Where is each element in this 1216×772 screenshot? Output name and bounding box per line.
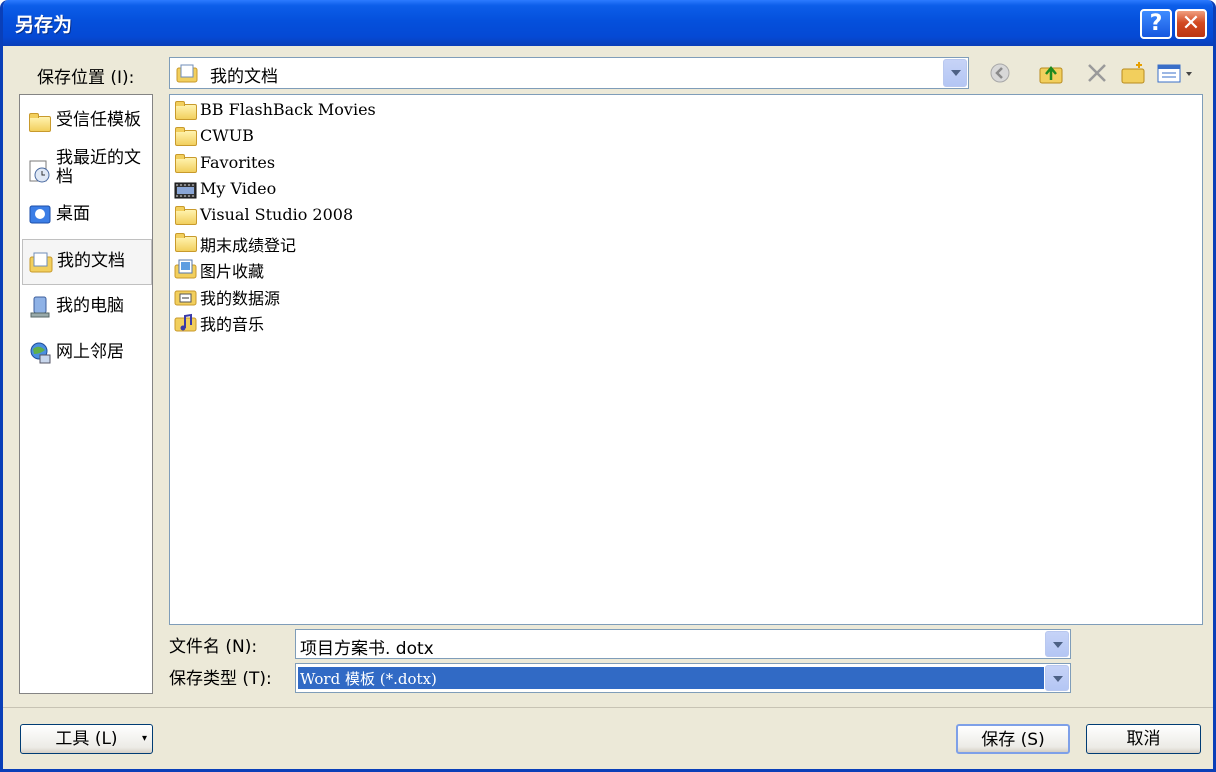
folder-icon [175, 154, 197, 173]
folder-icon [175, 101, 197, 120]
file-name: 我的数据源 [200, 289, 281, 308]
place-label: 我的文档 [57, 251, 125, 271]
my-documents-icon [176, 64, 198, 83]
file-name: Visual Studio 2008 [200, 205, 354, 224]
data-sources-folder-icon [174, 290, 197, 306]
folder-icon [29, 113, 51, 132]
save-location-label: 保存位置 (I): [37, 68, 135, 88]
list-item-data-sources[interactable]: 我的数据源 [174, 284, 774, 308]
file-name: 期末成绩登记 [200, 236, 297, 255]
filename-input[interactable]: 项目方案书. dotx [295, 629, 1071, 659]
place-label: 桌面 [56, 204, 90, 224]
save-as-dialog: 另存为 ? ✕ 保存位置 (I): 我的文档 受信任模板 我最近的文档 桌面 我… [0, 0, 1216, 772]
filetype-label: 保存类型 (T): [169, 669, 272, 689]
recent-documents-icon [29, 160, 50, 183]
music-folder-icon [174, 313, 197, 332]
tools-button[interactable]: 工具 (L) ▾ [20, 724, 153, 754]
list-item-favorites[interactable]: Favorites [174, 152, 774, 176]
save-location-dropdown[interactable] [943, 59, 967, 87]
place-desktop[interactable]: 桌面 [22, 193, 152, 239]
list-item-grades[interactable]: 期末成绩登记 [174, 231, 774, 255]
pictures-folder-icon [174, 259, 197, 279]
window-title: 另存为 [15, 14, 73, 36]
save-location-value: 我的文档 [210, 67, 278, 87]
file-name: BB FlashBack Movies [200, 100, 376, 119]
file-name: 我的音乐 [200, 315, 265, 334]
back-icon[interactable] [988, 60, 1012, 86]
file-name: Favorites [200, 153, 276, 172]
delete-icon[interactable] [1085, 60, 1109, 86]
list-item-cwub[interactable]: CWUB [174, 125, 774, 149]
file-list[interactable]: BB FlashBack Movies CWUB Favorites My Vi… [169, 94, 1203, 625]
filename-value: 项目方案书. dotx [300, 639, 434, 659]
filetype-select[interactable]: Word 模板 (*.dotx) [295, 663, 1071, 693]
place-my-computer[interactable]: 我的电脑 [22, 285, 152, 331]
file-name: 图片收藏 [200, 262, 265, 281]
desktop-icon [29, 205, 51, 224]
views-menu-icon[interactable] [1156, 60, 1196, 86]
my-documents-icon [29, 252, 53, 273]
save-button[interactable]: 保存 (S) [956, 724, 1070, 754]
list-item-bb-flashback-movies[interactable]: BB FlashBack Movies [174, 99, 774, 123]
place-network-places[interactable]: 网上邻居 [22, 331, 152, 377]
place-recent-documents[interactable]: 我最近的文档 [22, 145, 152, 195]
filename-label: 文件名 (N): [169, 637, 258, 657]
place-label: 我最近的文档 [56, 148, 141, 187]
divider [3, 707, 1213, 708]
place-trusted-templates[interactable]: 受信任模板 [22, 97, 152, 143]
folder-icon [175, 206, 197, 225]
tools-button-label: 工具 (L) [55, 729, 118, 749]
place-label: 网上邻居 [56, 342, 124, 362]
save-location-combo[interactable]: 我的文档 [169, 57, 969, 89]
folder-icon [175, 233, 197, 252]
place-my-documents[interactable]: 我的文档 [22, 239, 152, 285]
filename-dropdown[interactable] [1045, 631, 1069, 657]
place-label: 我的电脑 [56, 296, 124, 316]
file-name: My Video [200, 179, 277, 198]
title-bar[interactable]: 另存为 ? ✕ [3, 0, 1213, 46]
up-one-level-icon[interactable] [1038, 60, 1064, 86]
new-folder-icon[interactable] [1120, 60, 1146, 86]
filetype-value: Word 模板 (*.dotx) [300, 670, 437, 688]
chevron-down-icon: ▾ [141, 733, 147, 744]
help-button[interactable]: ? [1140, 9, 1172, 39]
list-item-music[interactable]: 我的音乐 [174, 310, 774, 334]
file-name: CWUB [200, 126, 254, 145]
cancel-button[interactable]: 取消 [1086, 724, 1201, 754]
video-folder-icon [174, 182, 197, 199]
list-item-my-video[interactable]: My Video [174, 178, 774, 202]
folder-icon [175, 127, 197, 146]
my-computer-icon [30, 296, 50, 318]
list-item-visual-studio-2008[interactable]: Visual Studio 2008 [174, 204, 774, 228]
filetype-dropdown[interactable] [1045, 665, 1069, 691]
close-button[interactable]: ✕ [1175, 9, 1207, 39]
list-item-pictures[interactable]: 图片收藏 [174, 257, 774, 281]
places-bar: 受信任模板 我最近的文档 桌面 我的文档 我的电脑 网上邻居 [19, 94, 153, 694]
place-label: 受信任模板 [56, 110, 141, 130]
network-places-icon [30, 342, 51, 364]
